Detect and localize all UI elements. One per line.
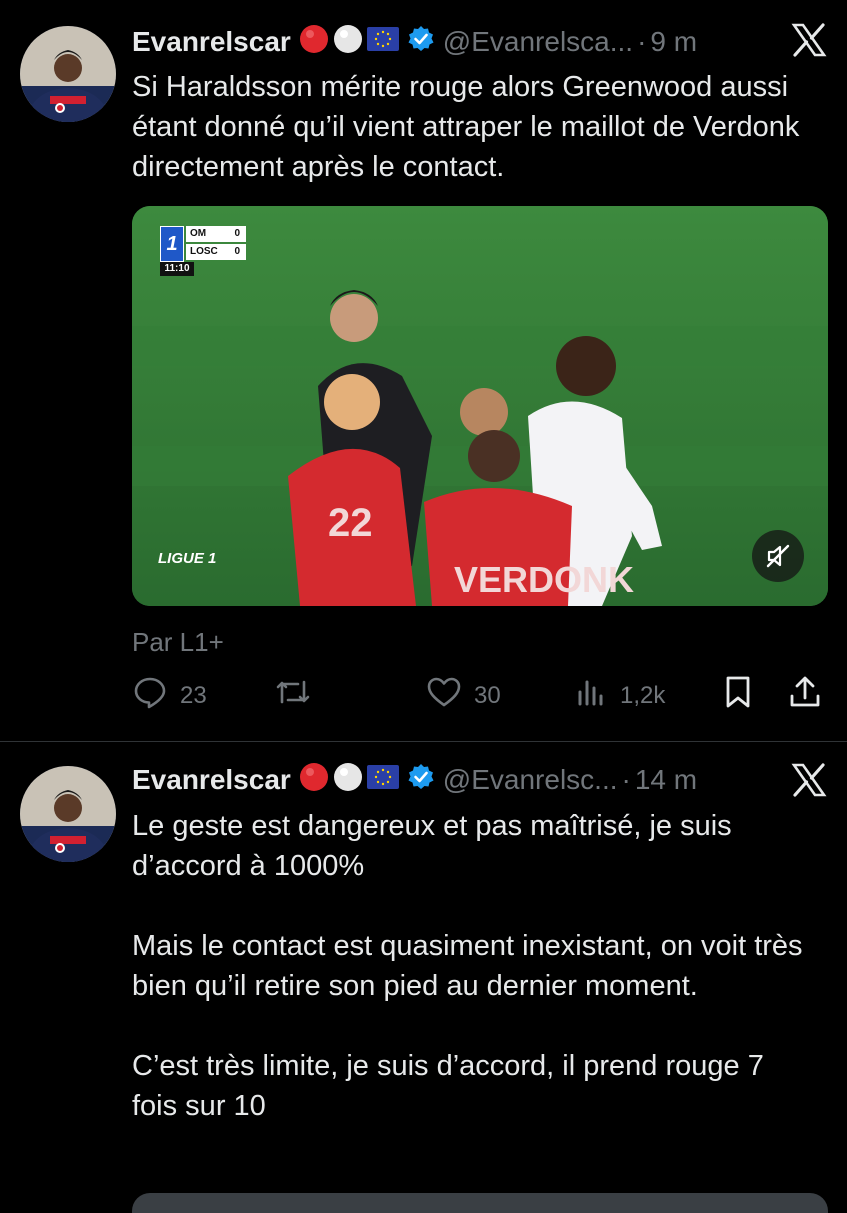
white-circle-icon — [333, 24, 363, 61]
bookmark-icon — [722, 674, 754, 717]
eu-flag-icon — [366, 26, 399, 58]
repost-icon — [274, 674, 312, 717]
share-icon — [788, 674, 822, 717]
team1-name: OM — [190, 228, 207, 239]
svg-text:22: 22 — [328, 501, 373, 545]
next-media-preview — [132, 1193, 828, 1213]
author-name[interactable]: Evanrelscar — [132, 26, 291, 58]
team2-name: LOSC — [190, 246, 218, 257]
red-circle-icon — [299, 762, 329, 799]
separator-dot: · — [621, 764, 631, 795]
match-clock: 11:10 — [160, 262, 194, 276]
team2-score: 0 — [234, 246, 240, 257]
verified-badge-icon[interactable] — [407, 25, 435, 60]
video-player[interactable]: 22 VERDONK 1 OM 0 LOSC 0 11:10 LIGUE 1 — [132, 206, 828, 606]
white-circle-icon — [333, 762, 363, 799]
reply-icon — [132, 674, 168, 717]
mute-button[interactable] — [752, 530, 804, 582]
red-circle-icon — [299, 24, 329, 61]
share-button[interactable] — [788, 674, 822, 717]
bookmark-button[interactable] — [722, 674, 754, 717]
views-button[interactable]: 1,2k — [576, 674, 665, 717]
x-logo-icon — [791, 762, 827, 803]
action-bar: 23 30 1,2k — [132, 674, 828, 714]
tweet-paragraph: Le geste est dangereux et pas maîtrisé, … — [132, 810, 732, 882]
media-source[interactable]: Par L1+ — [132, 627, 224, 658]
team1-score: 0 — [234, 228, 240, 239]
timestamp[interactable]: 9 m — [650, 26, 697, 58]
tweet-text: Si Haraldsson mérite rouge alors Greenwo… — [132, 67, 807, 187]
heart-icon — [426, 674, 462, 717]
x-logo-icon — [791, 22, 827, 63]
svg-text:VERDONK: VERDONK — [454, 559, 634, 600]
scoreboard: 1 OM 0 LOSC 0 11:10 — [160, 226, 250, 276]
views-icon — [576, 674, 608, 717]
reply-button[interactable]: 23 — [132, 674, 207, 717]
tweet-paragraph: C’est très limite, je suis d’accord, il … — [132, 1050, 764, 1122]
like-button[interactable]: 30 — [426, 674, 501, 717]
tweet-header: Evanrelscar @Evanrelsca... · 9 m — [132, 22, 827, 62]
avatar[interactable] — [20, 26, 116, 122]
repost-button[interactable] — [274, 674, 324, 717]
speaker-muted-icon — [764, 542, 792, 575]
league-badge: 1 — [160, 226, 184, 262]
timestamp[interactable]: 14 m — [635, 764, 697, 796]
tweet-text: Le geste est dangereux et pas maîtrisé, … — [132, 806, 807, 1126]
author-handle[interactable]: @Evanrelsc... — [443, 764, 618, 796]
tweet-divider — [0, 741, 847, 742]
like-count: 30 — [474, 681, 501, 709]
verified-badge-icon[interactable] — [407, 763, 435, 798]
avatar[interactable] — [20, 766, 116, 862]
view-count: 1,2k — [620, 681, 666, 709]
tweet-paragraph: Si Haraldsson mérite rouge alors Greenwo… — [132, 71, 800, 183]
league-watermark: LIGUE 1 — [158, 550, 217, 567]
reply-count: 23 — [180, 681, 207, 709]
tweet-paragraph: Mais le contact est quasiment inexistant… — [132, 930, 803, 1002]
author-name[interactable]: Evanrelscar — [132, 764, 291, 796]
separator-dot: · — [637, 26, 647, 57]
eu-flag-icon — [366, 764, 399, 796]
tweet-header: Evanrelscar @Evanrelsc... · 14 m — [132, 760, 827, 800]
author-handle[interactable]: @Evanrelsca... — [443, 26, 633, 58]
